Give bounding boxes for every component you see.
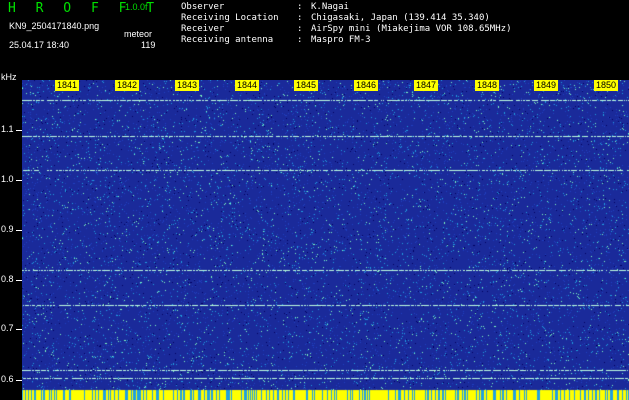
y-tick-label: 1.0 (1, 174, 14, 184)
y-tick-mark (16, 180, 22, 181)
metadata-block: Observer: K.Nagai Receiving Location: Chig… (181, 2, 511, 46)
x-tick-label: 1843 (175, 80, 200, 91)
meta-value: AirSpy mini (Miakejima VOR 108.65MHz) (311, 24, 512, 34)
y-tick-mark (16, 130, 22, 131)
header-panel: H R O F F T 1.0.0f KN9_2504171840.png me… (0, 0, 629, 80)
x-tick-label: 1841 (55, 80, 80, 91)
y-tick-label: 0.9 (1, 224, 14, 234)
y-axis-unit: kHz (1, 72, 17, 82)
meteor-count: 119 (141, 40, 156, 50)
meta-row-antenna: Receiving antenna: Maspro FM-3 (181, 35, 511, 46)
meta-key: Receiving Location (181, 13, 279, 23)
meta-sep: : (297, 35, 303, 45)
y-tick-mark (16, 280, 22, 281)
y-tick-label: 0.6 (1, 374, 14, 384)
meta-row-location: Receiving Location: Chigasaki, Japan (139… (181, 13, 511, 24)
meta-key: Receiver (181, 24, 225, 34)
meta-key: Receiving antenna (181, 35, 274, 45)
y-tick-label: 1.1 (1, 124, 14, 134)
x-tick-label: 1849 (534, 80, 559, 91)
meteor-label: meteor (124, 29, 153, 39)
file-name: KN9_2504171840.png (9, 21, 100, 31)
meta-row-receiver: Receiver: AirSpy mini (Miakejima VOR 108.… (181, 24, 511, 35)
y-tick-label: 0.8 (1, 274, 14, 284)
meta-sep: : (297, 2, 303, 12)
x-tick-label: 1846 (354, 80, 379, 91)
x-tick-label: 1845 (294, 80, 319, 91)
x-tick-label: 1847 (414, 80, 439, 91)
x-tick-label: 1850 (594, 80, 619, 91)
meta-key: Observer (181, 2, 225, 12)
y-tick-mark (16, 329, 22, 330)
x-tick-label: 1848 (475, 80, 500, 91)
y-tick-label: 0.7 (1, 323, 14, 333)
timestamp: 25.04.17 18:40 (9, 40, 70, 50)
meta-sep: : (297, 24, 303, 34)
x-tick-label: 1844 (235, 80, 260, 91)
meta-value: Chigasaki, Japan (139.414 35.340) (311, 13, 490, 23)
version-label: 1.0.0f (125, 2, 148, 12)
meta-row-observer: Observer: K.Nagai (181, 2, 511, 13)
spectrogram-canvas (22, 80, 629, 400)
meta-value: K.Nagai (311, 2, 349, 12)
y-tick-mark (16, 230, 22, 231)
meta-sep: : (297, 13, 303, 23)
meta-value: Maspro FM-3 (311, 35, 371, 45)
x-tick-label: 1842 (115, 80, 140, 91)
y-tick-mark (16, 380, 22, 381)
